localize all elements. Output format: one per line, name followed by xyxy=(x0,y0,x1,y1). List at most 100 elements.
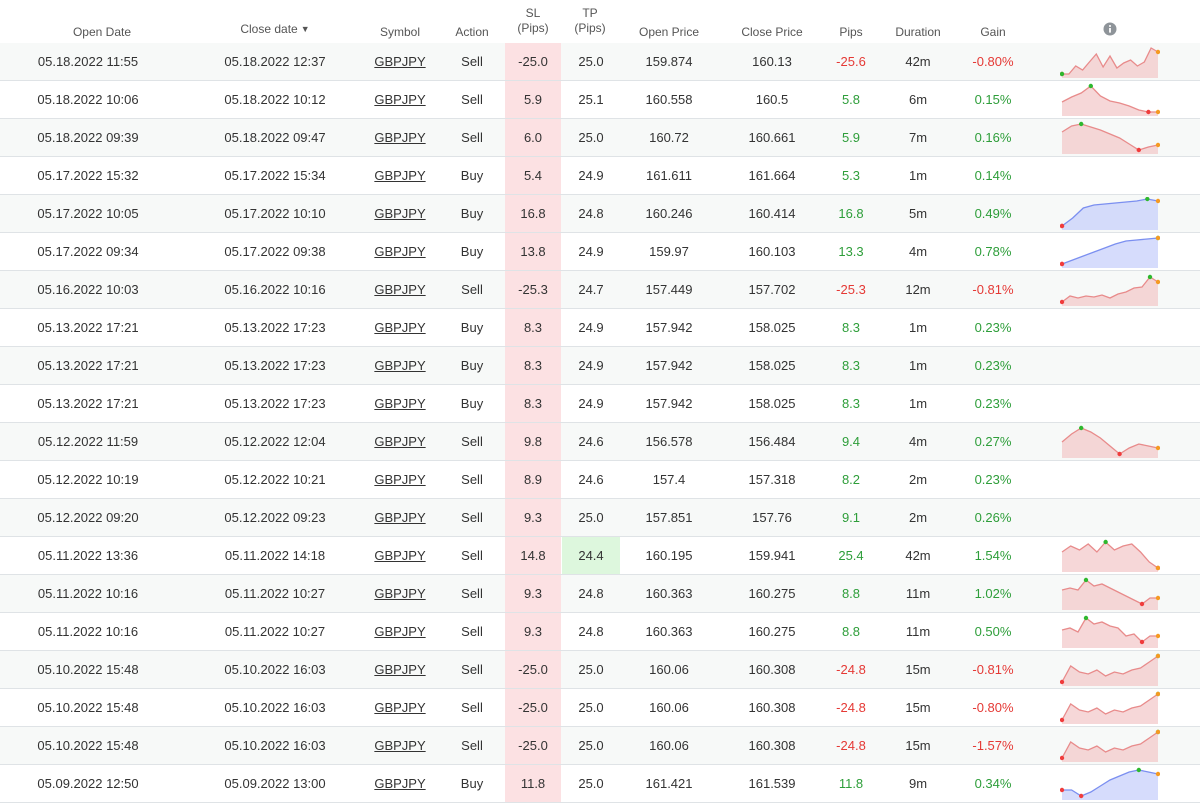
cell-symbol[interactable]: GBPJPY xyxy=(365,309,435,346)
cell-action: Buy xyxy=(460,168,484,183)
cell-sl: 6.0 xyxy=(505,119,561,156)
cell-symbol[interactable]: GBPJPY xyxy=(365,461,435,498)
sparkline-min-marker xyxy=(1060,679,1065,685)
cell-symbol[interactable]: GBPJPY xyxy=(365,499,435,536)
sparkline-end-marker xyxy=(1155,565,1160,571)
cell-open: 05.18.2022 09:39 xyxy=(37,130,139,145)
header-symbol[interactable]: Symbol xyxy=(370,25,430,40)
cell-symbol[interactable]: GBPJPY xyxy=(365,347,435,384)
cell-close: 05.16.2022 10:16 xyxy=(224,282,326,297)
table-row: 05.13.2022 17:21 05.13.2022 17:23 GBPJPY Bu… xyxy=(0,347,1200,385)
cell-symbol[interactable]: GBPJPY xyxy=(365,575,435,612)
header-close-date[interactable]: Close date ▼ xyxy=(225,22,325,38)
cell-open: 05.13.2022 17:21 xyxy=(37,396,139,411)
header-close-price[interactable]: Close Price xyxy=(728,25,816,40)
cell-close-price: 156.484 xyxy=(748,434,796,449)
cell-open: 05.10.2022 15:48 xyxy=(37,662,139,677)
cell-sl: 8.3 xyxy=(505,347,561,384)
cell-gain: 1.54% xyxy=(974,548,1012,563)
cell-symbol[interactable]: GBPJPY xyxy=(365,385,435,422)
cell-symbol[interactable]: GBPJPY xyxy=(365,765,435,802)
table-row: 05.10.2022 15:48 05.10.2022 16:03 GBPJPY Se… xyxy=(0,727,1200,765)
cell-gain: 0.23% xyxy=(974,358,1012,373)
cell-symbol[interactable]: GBPJPY xyxy=(365,689,435,726)
cell-open-price: 157.942 xyxy=(645,396,693,411)
cell-gain: 0.14% xyxy=(974,168,1012,183)
cell-tp: 24.6 xyxy=(578,472,604,487)
cell-sl: 5.4 xyxy=(505,157,561,194)
table-row: 05.17.2022 09:34 05.17.2022 09:38 GBPJPY Bu… xyxy=(0,233,1200,271)
cell-close: 05.10.2022 16:03 xyxy=(224,662,326,677)
table-row: 05.09.2022 12:50 05.09.2022 13:00 GBPJPY Bu… xyxy=(0,765,1200,803)
header-duration[interactable]: Duration xyxy=(887,25,949,40)
header-gain[interactable]: Gain xyxy=(963,25,1023,40)
sparkline-min-marker xyxy=(1139,639,1145,645)
cell-symbol[interactable]: GBPJPY xyxy=(365,651,435,688)
cell-symbol[interactable]: GBPJPY xyxy=(365,119,435,156)
trade-sparkline xyxy=(1061,121,1160,154)
table-row: 05.12.2022 09:20 05.12.2022 09:23 GBPJPY Se… xyxy=(0,499,1200,537)
sparkline-area xyxy=(1062,124,1158,154)
sparkline-max-marker xyxy=(1103,539,1108,545)
cell-tp: 25.1 xyxy=(578,92,604,107)
cell-symbol[interactable]: GBPJPY xyxy=(365,233,435,270)
sparkline-max-marker xyxy=(1136,767,1141,773)
cell-pips: 5.3 xyxy=(841,168,861,183)
cell-symbol[interactable]: GBPJPY xyxy=(365,537,435,574)
sparkline-end-marker xyxy=(1155,729,1160,735)
cell-symbol[interactable]: GBPJPY xyxy=(365,423,435,460)
cell-symbol[interactable]: GBPJPY xyxy=(365,81,435,118)
cell-sl: 11.8 xyxy=(505,765,561,802)
header-tp[interactable]: TP (Pips) xyxy=(562,6,618,36)
header-sl[interactable]: SL (Pips) xyxy=(505,6,561,36)
cell-open: 05.18.2022 11:55 xyxy=(37,54,139,69)
cell-sl: 5.9 xyxy=(505,81,561,118)
cell-symbol[interactable]: GBPJPY xyxy=(365,613,435,650)
sparkline-area xyxy=(1062,277,1158,306)
cell-tp: 24.9 xyxy=(578,396,604,411)
cell-symbol[interactable]: GBPJPY xyxy=(365,43,435,80)
cell-close-price: 160.275 xyxy=(748,586,796,601)
cell-open: 05.12.2022 11:59 xyxy=(37,434,139,449)
table-row: 05.12.2022 10:19 05.12.2022 10:21 GBPJPY Se… xyxy=(0,461,1200,499)
cell-open: 05.17.2022 10:05 xyxy=(37,206,139,221)
sparkline-max-marker xyxy=(1083,577,1089,583)
cell-pips: -25.6 xyxy=(836,54,866,69)
cell-duration: 42m xyxy=(905,548,931,563)
sparkline-max-marker xyxy=(1083,615,1089,621)
sparkline-area xyxy=(1062,656,1158,686)
sparkline-end-marker xyxy=(1155,445,1160,451)
cell-open: 05.11.2022 10:16 xyxy=(37,624,139,639)
cell-symbol[interactable]: GBPJPY xyxy=(365,195,435,232)
cell-close: 05.13.2022 17:23 xyxy=(224,358,326,373)
sparkline-start-marker xyxy=(1060,787,1065,793)
cell-duration: 4m xyxy=(908,244,928,259)
header-open-date[interactable]: Open Date xyxy=(60,25,144,40)
cell-symbol[interactable]: GBPJPY xyxy=(365,157,435,194)
cell-tp: 25.0 xyxy=(578,776,604,791)
cell-gain: 0.26% xyxy=(974,510,1012,525)
cell-pips: -24.8 xyxy=(836,738,866,753)
cell-symbol[interactable]: GBPJPY xyxy=(365,271,435,308)
cell-open-price: 160.363 xyxy=(645,586,693,601)
info-icon[interactable] xyxy=(1103,22,1117,36)
header-action[interactable]: Action xyxy=(447,25,497,40)
cell-action: Sell xyxy=(461,586,483,601)
cell-action: Sell xyxy=(461,624,483,639)
header-pips[interactable]: Pips xyxy=(826,25,876,40)
cell-symbol[interactable]: GBPJPY xyxy=(365,727,435,764)
trade-sparkline xyxy=(1060,235,1160,268)
table-row: 05.12.2022 11:59 05.12.2022 12:04 GBPJPY Se… xyxy=(0,423,1200,461)
cell-pips: 8.3 xyxy=(841,320,861,335)
cell-open-price: 160.06 xyxy=(649,738,689,753)
sparkline-area xyxy=(1062,428,1158,458)
sparkline-min-marker xyxy=(1060,755,1065,761)
cell-close-price: 160.103 xyxy=(748,244,796,259)
sparkline-area xyxy=(1062,238,1158,268)
cell-close: 05.17.2022 09:38 xyxy=(224,244,326,259)
cell-open-price: 160.363 xyxy=(645,624,693,639)
cell-tp: 25.0 xyxy=(578,700,604,715)
table-row: 05.11.2022 13:36 05.11.2022 14:18 GBPJPY Se… xyxy=(0,537,1200,575)
header-open-price[interactable]: Open Price xyxy=(627,25,711,40)
cell-close-price: 161.539 xyxy=(748,776,796,791)
